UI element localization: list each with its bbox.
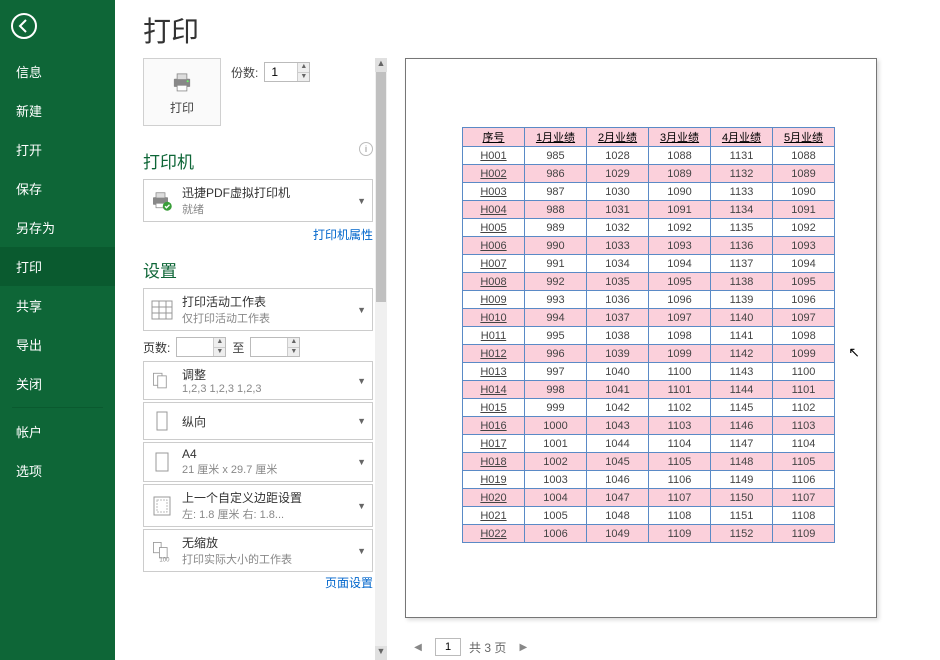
options-scrollbar[interactable]: ▲ ▼ (375, 58, 387, 660)
scaling-icon: 100 (150, 538, 174, 564)
sidebar-item[interactable]: 关闭 (0, 364, 115, 403)
sidebar-item[interactable]: 共享 (0, 286, 115, 325)
info-icon[interactable]: i (359, 142, 373, 156)
table-row: H0069901033109311361093 (463, 237, 835, 255)
page-to-spinner[interactable]: ▲▼ (250, 337, 300, 357)
printer-icon (169, 69, 195, 95)
table-header: 4月业绩 (711, 128, 773, 147)
table-row: H01610001043110311461103 (463, 417, 835, 435)
collate-icon (150, 368, 174, 394)
table-row: H0099931036109611391096 (463, 291, 835, 309)
table-row: H0019851028108811311088 (463, 147, 835, 165)
table-header: 5月业绩 (773, 128, 835, 147)
chevron-down-icon: ▼ (357, 416, 366, 426)
sidebar-item[interactable]: 保存 (0, 169, 115, 208)
table-row: H0119951038109811411098 (463, 327, 835, 345)
table-row: H0159991042110211451102 (463, 399, 835, 417)
page-setup-link[interactable]: 页面设置 (325, 576, 373, 590)
current-page-input[interactable] (435, 638, 461, 656)
table-row: H0059891032109211351092 (463, 219, 835, 237)
table-row: H02210061049110911521109 (463, 525, 835, 543)
settings-section-title: 设置 (143, 257, 373, 282)
table-row: H0039871030109011331090 (463, 183, 835, 201)
preview-pager: ◀ 共 3 页 ▶ (405, 632, 940, 660)
pages-to-label: 至 (232, 339, 244, 356)
table-row: H01810021045110511481105 (463, 453, 835, 471)
preview-table: 序号1月业绩2月业绩3月业绩4月业绩5月业绩 H0019851028108811… (462, 127, 835, 543)
chevron-down-icon: ▼ (357, 376, 366, 386)
paper-size-select[interactable]: A4 21 厘米 x 29.7 厘米 ▼ (143, 442, 373, 482)
sidebar-item[interactable]: 帐户 (0, 412, 115, 451)
printer-select[interactable]: 迅捷PDF虚拟打印机 就绪 ▼ (143, 179, 373, 222)
chevron-down-icon: ▼ (357, 305, 366, 315)
table-row: H0049881031109111341091 (463, 201, 835, 219)
sidebar-item[interactable]: 信息 (0, 52, 115, 91)
chevron-down-icon: ▼ (357, 457, 366, 467)
pages-label: 页数: (143, 339, 170, 356)
table-row: H0109941037109711401097 (463, 309, 835, 327)
page-from-spinner[interactable]: ▲▼ (176, 337, 226, 357)
sidebar-item[interactable]: 新建 (0, 91, 115, 130)
scroll-down[interactable]: ▼ (375, 646, 387, 660)
chevron-down-icon: ▼ (357, 546, 366, 556)
table-row: H0149981041110111441101 (463, 381, 835, 399)
copies-label: 份数: (231, 64, 258, 81)
backstage-sidebar: 信息新建打开保存另存为打印共享导出关闭 帐户选项 (0, 0, 115, 660)
sidebar-item[interactable]: 选项 (0, 451, 115, 490)
page-title: 打印 (143, 10, 940, 50)
table-row: H01710011044110411471104 (463, 435, 835, 453)
paper-icon (150, 449, 174, 475)
printer-status: 就绪 (182, 201, 349, 217)
next-page-button[interactable]: ▶ (514, 638, 532, 656)
table-header: 序号 (463, 128, 525, 147)
table-header: 3月业绩 (649, 128, 711, 147)
worksheet-icon (150, 297, 174, 323)
printer-name: 迅捷PDF虚拟打印机 (182, 184, 349, 201)
back-button[interactable] (4, 6, 44, 46)
sidebar-item[interactable]: 导出 (0, 325, 115, 364)
portrait-icon (150, 408, 174, 434)
page-total-label: 共 3 页 (469, 639, 506, 656)
table-row: H01910031046110611491106 (463, 471, 835, 489)
table-row: H02010041047110711501107 (463, 489, 835, 507)
scaling-select[interactable]: 100 无缩放 打印实际大小的工作表 ▼ (143, 529, 373, 572)
print-button-label: 打印 (170, 99, 194, 116)
print-button[interactable]: 打印 (143, 58, 221, 126)
collate-select[interactable]: 调整 1,2,3 1,2,3 1,2,3 ▼ (143, 361, 373, 400)
scroll-thumb[interactable] (376, 72, 386, 302)
sidebar-separator (12, 407, 103, 408)
printer-section-title: 打印机 (143, 148, 373, 173)
back-arrow-icon (10, 12, 38, 40)
copies-down[interactable]: ▼ (297, 72, 309, 81)
table-row: H0079911034109411371094 (463, 255, 835, 273)
table-header: 2月业绩 (587, 128, 649, 147)
preview-page: 序号1月业绩2月业绩3月业绩4月业绩5月业绩 H0019851028108811… (405, 58, 877, 618)
chevron-down-icon: ▼ (357, 501, 366, 511)
margins-select[interactable]: 上一个自定义边距设置 左: 1.8 厘米 右: 1.8... ▼ (143, 484, 373, 527)
orientation-select[interactable]: 纵向 ▼ (143, 402, 373, 440)
svg-text:100: 100 (159, 557, 170, 563)
table-row: H02110051048110811511108 (463, 507, 835, 525)
copies-up[interactable]: ▲ (297, 63, 309, 72)
printer-properties-link[interactable]: 打印机属性 (313, 228, 373, 242)
prev-page-button[interactable]: ◀ (409, 638, 427, 656)
table-row: H0089921035109511381095 (463, 273, 835, 291)
sidebar-item[interactable]: 另存为 (0, 208, 115, 247)
sidebar-item[interactable]: 打开 (0, 130, 115, 169)
print-what-select[interactable]: 打印活动工作表 仅打印活动工作表 ▼ (143, 288, 373, 331)
margins-icon (150, 493, 174, 519)
print-preview-pane: 序号1月业绩2月业绩3月业绩4月业绩5月业绩 H0019851028108811… (405, 58, 940, 660)
sidebar-item[interactable]: 打印 (0, 247, 115, 286)
table-row: H0139971040110011431100 (463, 363, 835, 381)
table-row: H0129961039109911421099 (463, 345, 835, 363)
copies-spinner[interactable]: ▲ ▼ (264, 62, 310, 82)
scroll-up[interactable]: ▲ (375, 58, 387, 72)
printer-ready-icon (150, 188, 174, 214)
print-options-pane: 打印 份数: ▲ ▼ 打印机 (143, 58, 373, 660)
chevron-down-icon: ▼ (357, 196, 366, 206)
table-header: 1月业绩 (525, 128, 587, 147)
table-row: H0029861029108911321089 (463, 165, 835, 183)
